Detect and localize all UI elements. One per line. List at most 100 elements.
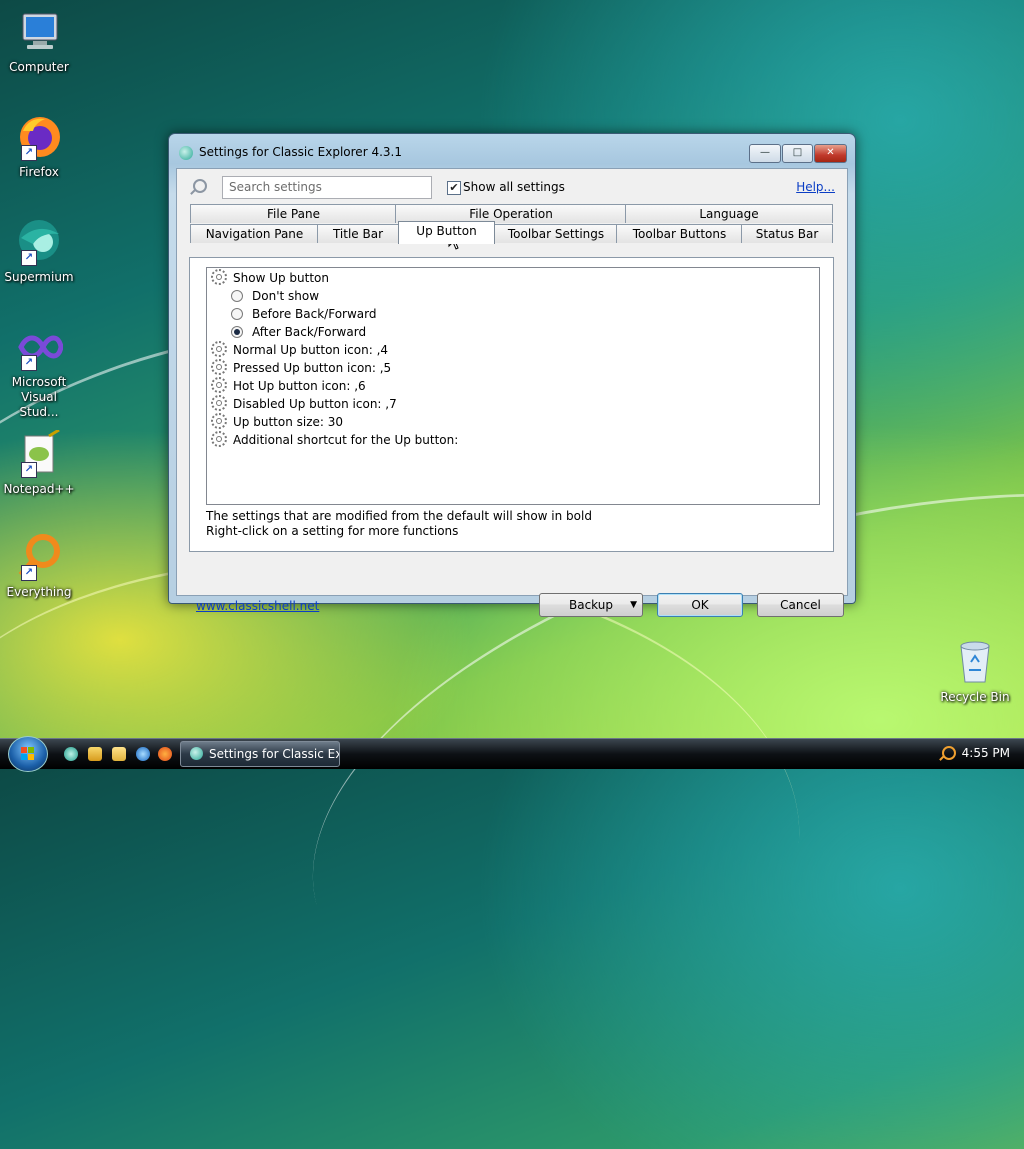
folder-icon[interactable] [112,747,126,761]
clock[interactable]: 4:55 PM [962,746,1010,760]
desktop-icon-everything[interactable]: ↗ Everything [0,533,78,600]
internet-explorer-icon[interactable] [136,747,150,761]
desktop-icon-recycle-bin[interactable]: Recycle Bin [936,638,1014,705]
maximize-button[interactable]: □ [782,144,813,163]
tab-status-bar[interactable]: Status Bar [741,224,833,243]
start-button[interactable] [8,736,48,772]
shortcut-arrow-icon: ↗ [21,250,37,266]
desktop-icon-label: Firefox [19,165,59,179]
taskbar-button-label: Settings for Classic Ex... [209,747,340,761]
desktop-icon-label: Supermium [4,270,74,284]
desktop-icon-notepad-plus-plus[interactable]: ↗ Notepad++ [0,428,78,497]
show-all-checkbox[interactable]: ✔ [447,181,461,195]
help-link[interactable]: Help... [796,180,835,194]
shortcut-arrow-icon: ↗ [21,355,37,371]
tab-language[interactable]: Language [625,204,833,223]
media-icon[interactable] [88,747,102,761]
desktop-icon-label: Computer [9,60,69,74]
backup-label: Backup [569,598,613,612]
setting-label: Normal Up button icon: ,4 [233,343,389,357]
setting-label: Pressed Up button icon: ,5 [233,361,392,375]
notepad-plus-plus-icon: ↗ [15,428,63,478]
classic-shell-icon [179,146,193,160]
setting-row[interactable]: Disabled Up button icon: ,7 [211,395,397,413]
setting-label: Hot Up button icon: ,6 [233,379,366,393]
setting-row[interactable]: Show Up button [211,269,329,287]
ok-button[interactable]: OK [657,593,743,617]
computer-icon [15,8,63,56]
setting-gear-icon [211,269,227,285]
setting-gear-icon [211,395,227,411]
cancel-button[interactable]: Cancel [757,593,844,617]
hint-bold-settings: The settings that are modified from the … [206,509,592,523]
radio-button[interactable] [231,308,243,320]
tab-toolbar-buttons[interactable]: Toolbar Buttons [616,224,743,243]
desktop-icon-label: Notepad++ [3,482,75,496]
everything-icon: ↗ [15,533,63,581]
tab-toolbar-settings[interactable]: Toolbar Settings [494,224,618,243]
minimize-button[interactable]: — [749,144,781,163]
radio-label: Before Back/Forward [252,307,377,321]
taskbar-button-settings[interactable]: Settings for Classic Ex... [180,741,340,767]
settings-window[interactable]: Settings for Classic Explorer 4.3.1 — □ … [168,133,856,617]
show-all-label[interactable]: Show all settings [463,180,565,194]
hint-right-click: Right-click on a setting for more functi… [206,524,459,538]
setting-row[interactable]: Normal Up button icon: ,4 [211,341,388,359]
setting-label: Additional shortcut for the Up button: [233,433,459,447]
radio-button-selected[interactable] [231,326,243,338]
shortcut-arrow-icon: ↗ [21,462,37,478]
radio-option-row[interactable]: After Back/Forward [231,323,366,341]
website-link[interactable]: www.classicshell.net [196,599,319,613]
tab-file-pane[interactable]: File Pane [190,204,397,223]
shortcut-arrow-icon: ↗ [21,565,37,581]
setting-label: Disabled Up button icon: ,7 [233,397,397,411]
shortcut-arrow-icon: ↗ [21,145,37,161]
desktop-icon-label: Microsoft Visual Stud... [11,375,67,419]
search-input[interactable] [223,177,431,196]
search-box[interactable] [222,176,432,199]
desktop-icon-label: Everything [6,585,72,599]
radio-label: After Back/Forward [252,325,367,339]
setting-gear-icon [211,359,227,375]
tab-navigation-pane[interactable]: Navigation Pane [190,224,319,243]
tab-panel: Show Up button Don't show Before Back/Fo… [189,257,834,552]
radio-button[interactable] [231,290,243,302]
setting-gear-icon [211,341,227,357]
desktop-icon-visual-studio[interactable]: ↗ Microsoft Visual Stud... [0,323,78,420]
windows-logo-icon [21,747,34,760]
setting-gear-icon [211,431,227,447]
desktop-icon-label: Recycle Bin [940,690,1010,704]
setting-row[interactable]: Hot Up button icon: ,6 [211,377,366,395]
search-tray-icon[interactable] [942,746,956,760]
setting-gear-icon [211,413,227,429]
supermium-icon[interactable] [64,747,78,761]
window-titlebar[interactable]: Settings for Classic Explorer 4.3.1 — □ … [169,134,855,168]
setting-row[interactable]: Additional shortcut for the Up button: [211,431,458,449]
window-title: Settings for Classic Explorer 4.3.1 [199,145,402,159]
desktop-icon-computer[interactable]: Computer [0,8,78,75]
visual-studio-icon: ↗ [15,323,64,371]
tab-title-bar[interactable]: Title Bar [317,224,399,243]
search-icon [193,179,207,193]
setting-row[interactable]: Pressed Up button icon: ,5 [211,359,391,377]
classic-shell-icon [190,747,203,760]
window-client: ✔ Show all settings Help... File Pane Fi… [176,168,848,617]
setting-label: Up button size: 30 [233,415,344,429]
setting-row[interactable]: Up button size: 30 [211,413,343,431]
backup-button[interactable]: Backup ▼ [539,593,643,617]
firefox-icon[interactable] [158,747,172,761]
desktop-icon-supermium[interactable]: ↗ Supermium [0,218,78,285]
settings-tree[interactable]: Show Up button Don't show Before Back/Fo… [206,267,820,505]
radio-option-row[interactable]: Before Back/Forward [231,305,376,323]
supermium-icon: ↗ [15,218,63,266]
tab-up-button[interactable]: Up Button [398,221,495,244]
chevron-down-icon: ▼ [630,600,637,610]
firefox-icon: ↗ [15,113,63,161]
setting-gear-icon [211,377,227,393]
desktop-icon-firefox[interactable]: ↗ Firefox [0,113,78,180]
radio-option-row[interactable]: Don't show [231,287,319,305]
recycle-bin-icon [951,638,999,686]
setting-label: Show Up button [233,271,329,285]
close-button[interactable]: ✕ [814,144,847,163]
taskbar: Settings for Classic Ex... 4:55 PM [0,736,1024,772]
